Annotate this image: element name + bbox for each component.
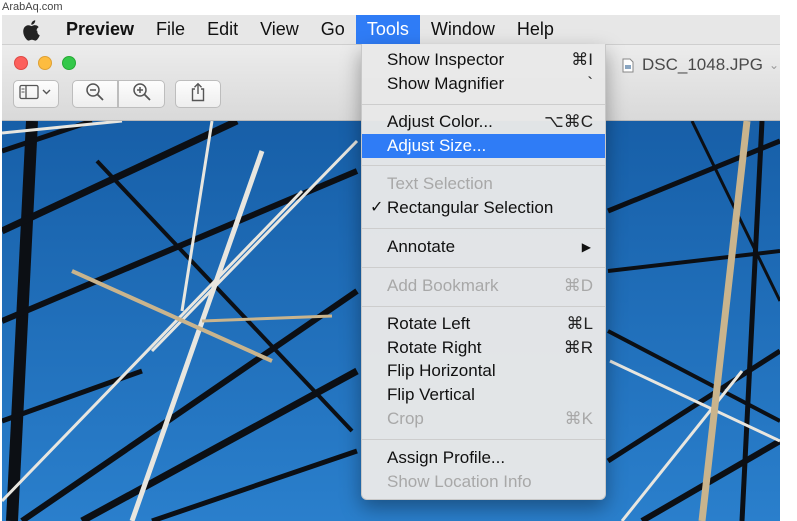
sidebar-toggle-icon bbox=[19, 84, 53, 105]
menu-item-rotate-right[interactable]: Rotate Right ⌘R bbox=[362, 336, 605, 360]
menu-item-rectangular-selection[interactable]: ✓ Rectangular Selection bbox=[362, 196, 605, 220]
fullscreen-window-button[interactable] bbox=[62, 56, 76, 70]
chevron-down-icon: ⌄ bbox=[768, 58, 780, 72]
minimize-window-button[interactable] bbox=[38, 56, 52, 70]
jpg-file-icon bbox=[622, 58, 634, 73]
document-title-text: DSC_1048.JPG bbox=[642, 55, 763, 74]
watermark: ArabAq.com bbox=[2, 1, 63, 13]
zoom-in-icon bbox=[132, 82, 152, 107]
menu-separator bbox=[362, 165, 605, 166]
close-window-button[interactable] bbox=[14, 56, 28, 70]
menu-separator bbox=[362, 228, 605, 229]
menu-go[interactable]: Go bbox=[310, 15, 356, 44]
menu-view[interactable]: View bbox=[249, 15, 310, 44]
menu-separator bbox=[362, 104, 605, 105]
menu-preview[interactable]: Preview bbox=[64, 15, 145, 44]
sidebar-toggle-button[interactable] bbox=[13, 80, 59, 108]
share-icon bbox=[189, 82, 207, 107]
menu-item-flip-horizontal[interactable]: Flip Horizontal bbox=[362, 359, 605, 383]
menu-item-assign-profile[interactable]: Assign Profile... bbox=[362, 446, 605, 470]
menu-tools[interactable]: Tools bbox=[355, 15, 420, 44]
menu-item-show-location-info: Show Location Info bbox=[387, 472, 532, 491]
menu-item-show-magnifier[interactable]: Show Magnifier ` bbox=[362, 72, 605, 96]
share-button[interactable] bbox=[175, 80, 221, 108]
menu-window[interactable]: Window bbox=[420, 15, 506, 44]
menu-item-adjust-color[interactable]: Adjust Color... ⌥⌘C bbox=[362, 110, 605, 134]
zoom-in-button[interactable] bbox=[118, 80, 165, 108]
menu-separator bbox=[362, 439, 605, 440]
menu-edit[interactable]: Edit bbox=[196, 15, 249, 44]
menu-item-show-inspector[interactable]: Show Inspector ⌘I bbox=[362, 48, 605, 72]
checkmark-icon: ✓ bbox=[370, 199, 384, 216]
zoom-out-icon bbox=[85, 82, 105, 107]
menu-item-text-selection: Text Selection bbox=[387, 174, 493, 193]
menu-file[interactable]: File bbox=[145, 15, 196, 44]
menu-help[interactable]: Help bbox=[506, 15, 565, 44]
zoom-out-button[interactable] bbox=[72, 80, 118, 108]
menu-separator bbox=[362, 306, 605, 307]
menu-item-add-bookmark: Add Bookmark ⌘D bbox=[387, 276, 593, 295]
menu-item-crop: Crop ⌘K bbox=[387, 409, 593, 428]
menu-separator bbox=[362, 267, 605, 268]
submenu-arrow-icon: ▶ bbox=[581, 240, 591, 254]
apple-logo-icon[interactable] bbox=[22, 19, 44, 41]
menu-item-annotate[interactable]: Annotate ▶ bbox=[362, 235, 605, 259]
menu-item-flip-vertical[interactable]: Flip Vertical bbox=[362, 383, 605, 407]
menu-bar: Preview File Edit View Go Tools Window H… bbox=[2, 15, 780, 45]
document-title[interactable]: DSC_1048.JPG ⌄ bbox=[622, 54, 779, 76]
menu-item-rotate-left[interactable]: Rotate Left ⌘L bbox=[362, 312, 605, 336]
tools-menu: Show Inspector ⌘I Show Magnifier ` Adjus… bbox=[361, 44, 606, 500]
menu-item-adjust-size[interactable]: Adjust Size... bbox=[362, 134, 605, 158]
